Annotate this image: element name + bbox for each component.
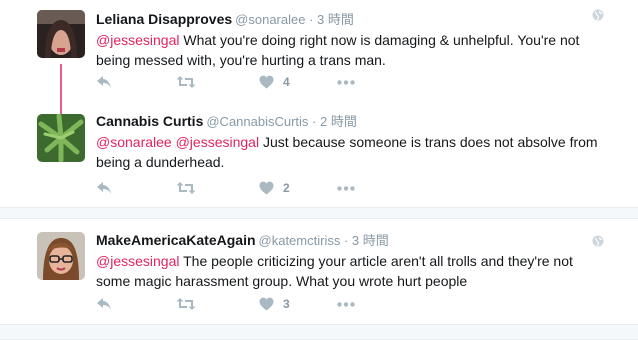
display-name[interactable]: Cannabis Curtis — [96, 113, 203, 129]
retweet-button[interactable] — [176, 72, 196, 92]
tweet-body: Just because someone is trans does not a… — [96, 134, 598, 170]
retweet-icon — [176, 76, 196, 88]
like-icon — [259, 297, 274, 311]
username[interactable]: @CannabisCurtis — [206, 114, 308, 129]
tweet-text: @jessesingal What you're doing right now… — [96, 30, 608, 70]
thread-connector — [60, 64, 62, 114]
mention-link[interactable]: @jessesingal — [96, 32, 179, 48]
globe-icon — [592, 8, 604, 21]
conversation-divider — [0, 207, 638, 219]
mention-link[interactable]: @sonaralee — [96, 134, 172, 150]
timestamp[interactable]: 2 時間 — [320, 114, 357, 129]
tweet-header: Leliana Disapproves @sonaralee · 3 時間 — [96, 10, 608, 28]
more-icon — [337, 185, 355, 191]
tweet-actions: 4 — [96, 72, 396, 92]
timestamp[interactable]: 3 時間 — [352, 233, 389, 248]
retweet-icon — [176, 182, 196, 194]
avatar[interactable] — [37, 10, 85, 58]
retweet-button[interactable] — [176, 178, 196, 198]
tweet-header: MakeAmericaKateAgain @katemctiriss · 3 時間 — [96, 231, 608, 249]
more-icon — [337, 301, 355, 307]
like-count: 3 — [283, 297, 290, 311]
reply-icon — [97, 182, 111, 194]
separator: · — [308, 114, 320, 129]
tweet-text: @sonaralee @jessesingal Just because som… — [96, 132, 608, 172]
globe-icon — [592, 234, 604, 247]
more-button[interactable] — [337, 294, 355, 314]
like-count: 4 — [283, 75, 290, 89]
more-button[interactable] — [337, 178, 355, 198]
like-button[interactable]: 3 — [259, 294, 290, 314]
tweet-text: @jessesingal The people criticizing your… — [96, 251, 608, 291]
reply-button[interactable] — [96, 294, 112, 314]
tweet-header: Cannabis Curtis @CannabisCurtis · 2 時間 — [96, 112, 608, 130]
like-icon — [259, 75, 274, 89]
tweet-2[interactable]: Cannabis Curtis @CannabisCurtis · 2 時間 @s… — [0, 108, 638, 208]
more-icon — [337, 79, 355, 85]
mention-link[interactable]: @jessesingal — [96, 253, 179, 269]
tweet-3[interactable]: MakeAmericaKateAgain @katemctiriss · 3 時間… — [0, 219, 638, 324]
reply-icon — [97, 76, 111, 88]
like-button[interactable]: 2 — [259, 178, 290, 198]
tweet-actions: 3 — [96, 294, 396, 314]
retweet-button[interactable] — [176, 294, 196, 314]
separator: · — [340, 233, 352, 248]
retweet-icon — [176, 298, 196, 310]
username[interactable]: @sonaralee — [235, 12, 305, 27]
tweet-1[interactable]: Leliana Disapproves @sonaralee · 3 時間 @je… — [0, 0, 638, 108]
display-name[interactable]: Leliana Disapproves — [96, 11, 232, 27]
tweet-actions: 2 — [96, 178, 396, 198]
reply-icon — [97, 298, 111, 310]
more-button[interactable] — [337, 72, 355, 92]
avatar[interactable] — [37, 114, 85, 162]
display-name[interactable]: MakeAmericaKateAgain — [96, 232, 256, 248]
separator: · — [305, 12, 318, 27]
timestamp[interactable]: 3 時間 — [317, 12, 354, 27]
conversation-divider — [0, 324, 638, 340]
reply-button[interactable] — [96, 178, 112, 198]
like-icon — [259, 181, 274, 195]
username[interactable]: @katemctiriss — [259, 233, 341, 248]
reply-button[interactable] — [96, 72, 112, 92]
mention-link[interactable]: @jessesingal — [176, 134, 259, 150]
avatar[interactable] — [37, 232, 85, 280]
like-button[interactable]: 4 — [259, 72, 290, 92]
like-count: 2 — [283, 181, 290, 195]
